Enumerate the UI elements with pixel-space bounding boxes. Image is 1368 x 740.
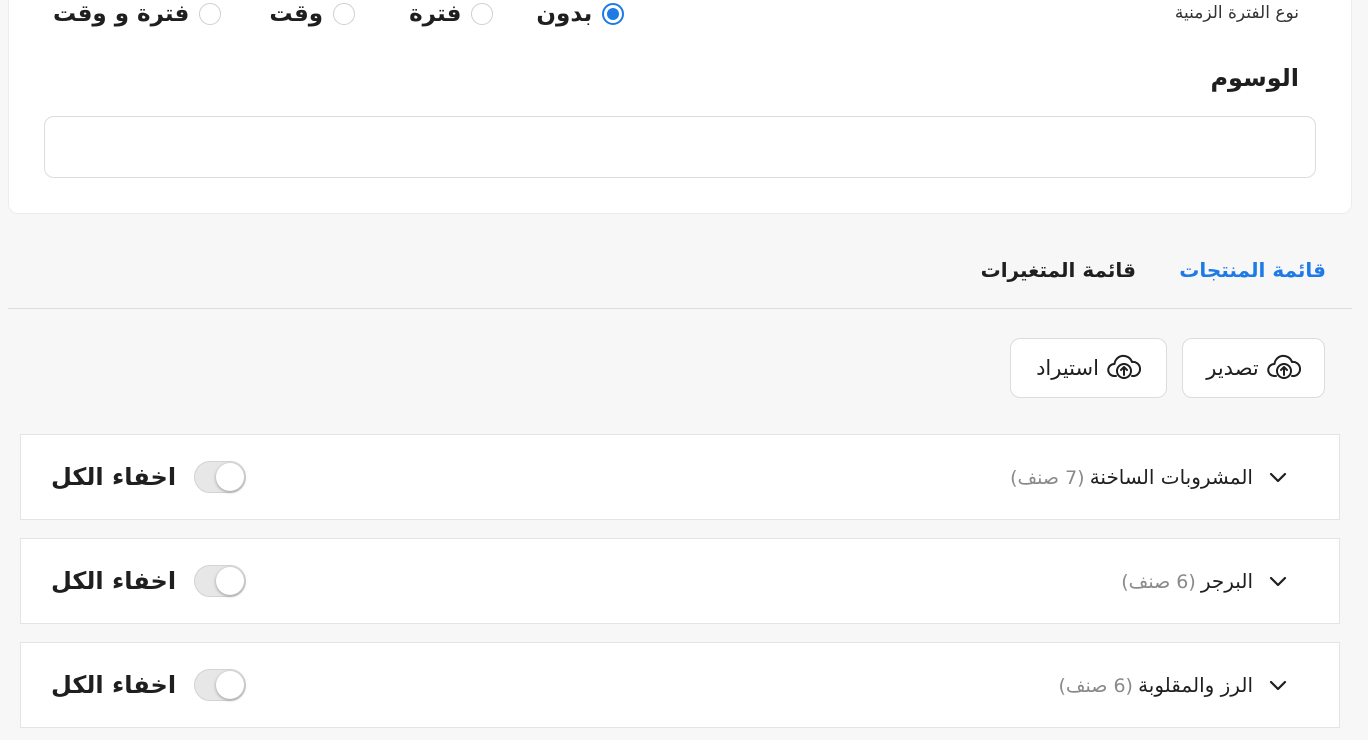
category-header[interactable]: المشروبات الساخنة (7 صنف) xyxy=(1010,435,1289,519)
export-button[interactable]: تصدير xyxy=(1182,338,1325,398)
radio-none[interactable]: بدون xyxy=(536,1,625,27)
category-row: البرجر (6 صنف) اخفاء الكل xyxy=(20,538,1340,624)
tags-input[interactable] xyxy=(44,116,1316,178)
tab-products[interactable]: قائمة المنتجات xyxy=(1179,258,1326,282)
radio-time-label: وقت xyxy=(269,1,324,27)
radio-period[interactable]: فترة xyxy=(409,1,494,27)
category-count: (6 صنف) xyxy=(1121,571,1196,593)
hide-all-toggle[interactable] xyxy=(194,565,247,597)
cloud-upload-icon xyxy=(1267,352,1301,385)
category-row: الرز والمقلوبة (6 صنف) اخفاء الكل xyxy=(20,642,1340,728)
export-label: تصدير xyxy=(1206,356,1259,380)
hide-all-toggle[interactable] xyxy=(194,669,247,701)
chevron-down-icon xyxy=(1269,472,1287,483)
radio-period-and-time[interactable]: فترة و وقت xyxy=(53,1,222,27)
radio-none-label: بدون xyxy=(536,1,593,27)
category-count: (6 صنف) xyxy=(1058,675,1133,697)
tags-label: الوسوم xyxy=(1210,64,1299,92)
chevron-down-icon xyxy=(1269,680,1287,691)
category-row: المشروبات الساخنة (7 صنف) اخفاء الكل xyxy=(20,434,1340,520)
period-type-label: نوع الفترة الزمنية xyxy=(1174,3,1299,23)
period-type-radio-group: فترة و وقت وقت فترة بدون xyxy=(53,0,625,29)
category-name: الرز والمقلوبة xyxy=(1138,673,1253,697)
toggle-knob xyxy=(216,567,245,595)
tabs-bar: قائمة المنتجات قائمة المتغيرات xyxy=(8,240,1352,309)
radio-period-circle[interactable] xyxy=(471,3,494,25)
radio-period-and-time-label: فترة و وقت xyxy=(53,1,190,27)
hide-all-toggle[interactable] xyxy=(194,461,247,493)
category-header[interactable]: البرجر (6 صنف) xyxy=(1121,539,1289,623)
cloud-upload-icon xyxy=(1107,352,1142,385)
radio-period-and-time-circle[interactable] xyxy=(199,3,222,25)
import-label: استيراد xyxy=(1036,356,1099,380)
radio-time[interactable]: وقت xyxy=(269,1,356,27)
category-header[interactable]: الرز والمقلوبة (6 صنف) xyxy=(1058,643,1289,727)
tab-variants[interactable]: قائمة المتغيرات xyxy=(981,258,1136,282)
hide-all-control: اخفاء الكل xyxy=(51,435,247,519)
hide-all-control: اخفاء الكل xyxy=(51,643,247,727)
radio-period-label: فترة xyxy=(409,1,462,27)
hide-all-control: اخفاء الكل xyxy=(51,539,247,623)
hide-all-label: اخفاء الكل xyxy=(51,671,177,699)
hide-all-label: اخفاء الكل xyxy=(51,567,177,595)
category-count: (7 صنف) xyxy=(1010,467,1085,489)
category-name: المشروبات الساخنة xyxy=(1089,465,1253,489)
radio-time-circle[interactable] xyxy=(333,3,356,25)
toggle-knob xyxy=(216,671,245,699)
radio-none-circle[interactable] xyxy=(602,3,625,25)
chevron-down-icon xyxy=(1269,576,1287,587)
import-button[interactable]: استيراد xyxy=(1010,338,1167,398)
hide-all-label: اخفاء الكل xyxy=(51,463,177,491)
category-name: البرجر xyxy=(1200,569,1253,593)
toggle-knob xyxy=(216,463,245,491)
settings-card: نوع الفترة الزمنية فترة و وقت وقت فترة ب… xyxy=(8,0,1352,214)
